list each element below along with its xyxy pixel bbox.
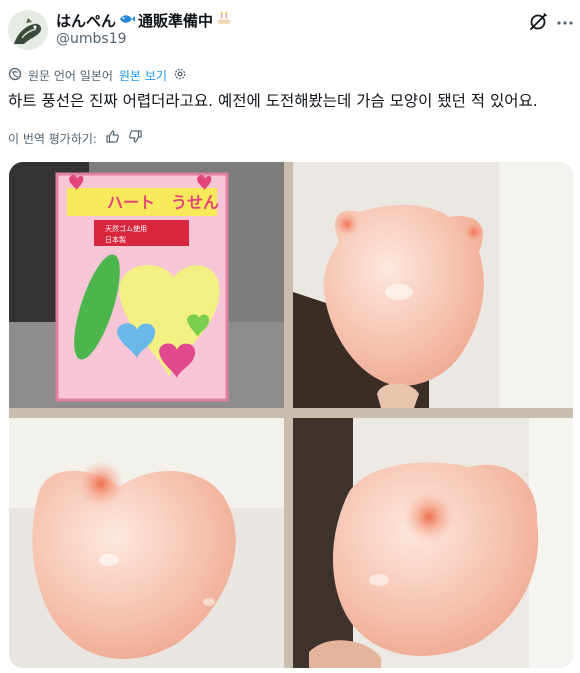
rating-label: 이 번역 평가하기: — [8, 131, 97, 146]
translation-row: 원문 언어 일본어 원본 보기 — [8, 66, 187, 84]
avatar[interactable] — [8, 10, 48, 50]
photo-balloon-closeup-2[interactable] — [293, 418, 573, 668]
grok-icon[interactable] — [528, 12, 548, 32]
post-header: はんぺん 通販準備中 @umbs19 — [0, 0, 580, 60]
translate-icon — [8, 67, 22, 84]
package-title: ハート うせん — [107, 194, 219, 212]
media-grid: ハート うせん 天然ゴム使用 日本製 — [9, 162, 573, 668]
birthday-cake-emoji-icon — [216, 10, 232, 30]
blue-fish-emoji-icon — [119, 11, 136, 30]
name-row: はんぺん 通販準備中 — [56, 9, 232, 31]
user-handle[interactable]: @umbs19 — [56, 31, 127, 47]
photo-balloon-package[interactable]: ハート うせん 天然ゴム使用 日本製 — [9, 162, 284, 408]
media-grid-svg: ハート うせん 天然ゴム使用 日本製 — [9, 162, 573, 668]
gear-icon[interactable] — [173, 67, 187, 84]
more-options-icon[interactable] — [556, 14, 574, 32]
show-original-link[interactable]: 원본 보기 — [119, 67, 167, 84]
avatar-illustration — [8, 10, 48, 50]
translation-source-label: 원문 언어 일본어 — [28, 68, 113, 83]
status-text: 通販準備中 — [138, 11, 214, 30]
translation-rating: 이 번역 평가하기: — [8, 128, 143, 148]
thumbs-up-icon[interactable] — [105, 129, 120, 147]
package-sublabel-1: 天然ゴム使用 — [105, 224, 147, 233]
photo-balloon-held[interactable] — [293, 162, 573, 408]
post-text: 하트 풍선은 진짜 어렵더라고요. 예전에 도전해봤는데 가슴 모양이 됐던 적… — [8, 92, 538, 110]
photo-balloon-closeup-1[interactable] — [9, 418, 284, 668]
thumbs-down-icon[interactable] — [128, 129, 143, 147]
post-view: はんぺん 通販準備中 @umbs19 원문 언어 일본어 원본 보기 하트 풍선… — [0, 0, 580, 673]
display-name[interactable]: はんぺん — [56, 10, 116, 31]
package-sublabel-2: 日本製 — [105, 235, 126, 244]
